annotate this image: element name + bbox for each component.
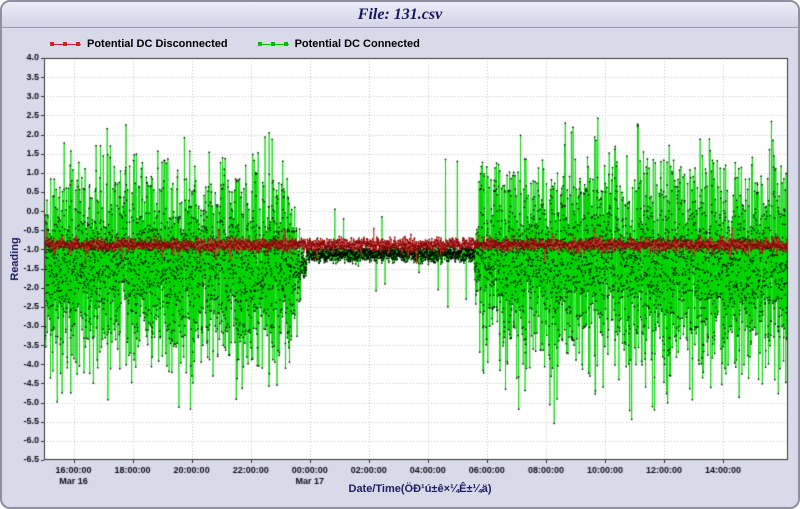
- legend-item-dc-connected: Potential DC Connected: [258, 38, 420, 50]
- y-axis-title: Reading: [9, 237, 21, 280]
- legend-label: Potential DC Connected: [295, 38, 420, 50]
- legend-label: Potential DC Disconnected: [87, 38, 228, 50]
- legend: Potential DC Disconnected Potential DC C…: [50, 38, 420, 50]
- window-title: File: 131.csv: [358, 6, 442, 24]
- series-line-red-icon: [50, 41, 81, 48]
- legend-item-dc-disconnected: Potential DC Disconnected: [50, 38, 228, 50]
- plot-canvas[interactable]: [9, 30, 795, 488]
- title-bar[interactable]: File: 131.csv: [2, 2, 798, 28]
- series-line-green-icon: [258, 41, 289, 48]
- x-axis-title: Date/Time(ÖÐ¹ú±ê×¼Ê±¼ä): [2, 483, 798, 495]
- app-window: File: 131.csv Potential DC Disconnected …: [0, 0, 800, 509]
